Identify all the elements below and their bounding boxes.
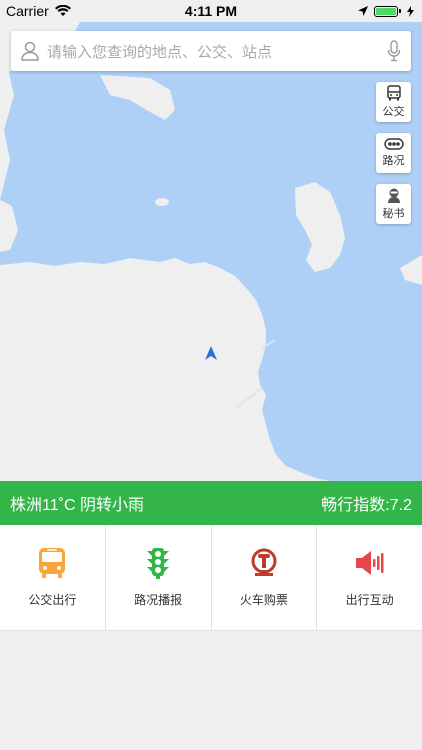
search-input[interactable]: 请输入您查询的地点、公交、站点 [39,41,387,62]
location-arrow-icon [205,346,217,360]
railway-logo-icon [251,548,277,576]
wifi-icon [54,5,71,16]
traffic-layer-label: 路况 [382,155,405,167]
quick-item-traffic-report[interactable]: 路况播报 [105,525,212,631]
location-services-icon [358,6,368,16]
search-box[interactable]: 请输入您查询的地点、公交、站点 [11,31,411,71]
map-view[interactable] [0,0,422,481]
battery-icon [374,5,401,17]
traffic-light-icon [147,548,170,579]
quick-item-label: 路况播报 [134,593,183,607]
status-bar: Carrier 4:11 PM [0,0,422,22]
assistant-label: 秘书 [382,208,405,220]
land-island-small [155,198,169,206]
map-canvas [0,0,422,481]
quick-item-label: 公交出行 [28,593,77,607]
quick-item-travel-interaction[interactable]: 出行互动 [317,525,422,631]
traffic-index: 畅行指数:7.2 [321,497,412,514]
quick-menu: 公交出行 路况播报 火车购票 出行互动 [0,525,422,631]
assistant-button[interactable]: 秘书 [376,184,411,224]
bus-icon [386,85,401,101]
bus-layer-button[interactable]: 公交 [376,82,411,122]
quick-item-label: 出行互动 [345,593,394,607]
traffic-icon [383,138,404,150]
bus-layer-label: 公交 [382,106,405,118]
charging-icon [407,5,414,17]
quick-item-bus-travel[interactable]: 公交出行 [0,525,106,631]
weather-bar[interactable]: 株洲11˚C 阴转小雨 畅行指数:7.2 [0,481,422,525]
speaker-icon [355,551,384,575]
bus-front-icon [39,548,66,578]
traffic-layer-button[interactable]: 路况 [376,133,411,173]
quick-item-label: 火车购票 [239,593,288,607]
assistant-icon [387,188,400,203]
weather-text: 株洲11˚C 阴转小雨 [10,497,144,514]
carrier-label: Carrier [6,3,49,19]
microphone-icon[interactable] [387,40,401,62]
user-icon[interactable] [21,41,39,61]
quick-item-train-ticket[interactable]: 火车购票 [211,525,318,631]
